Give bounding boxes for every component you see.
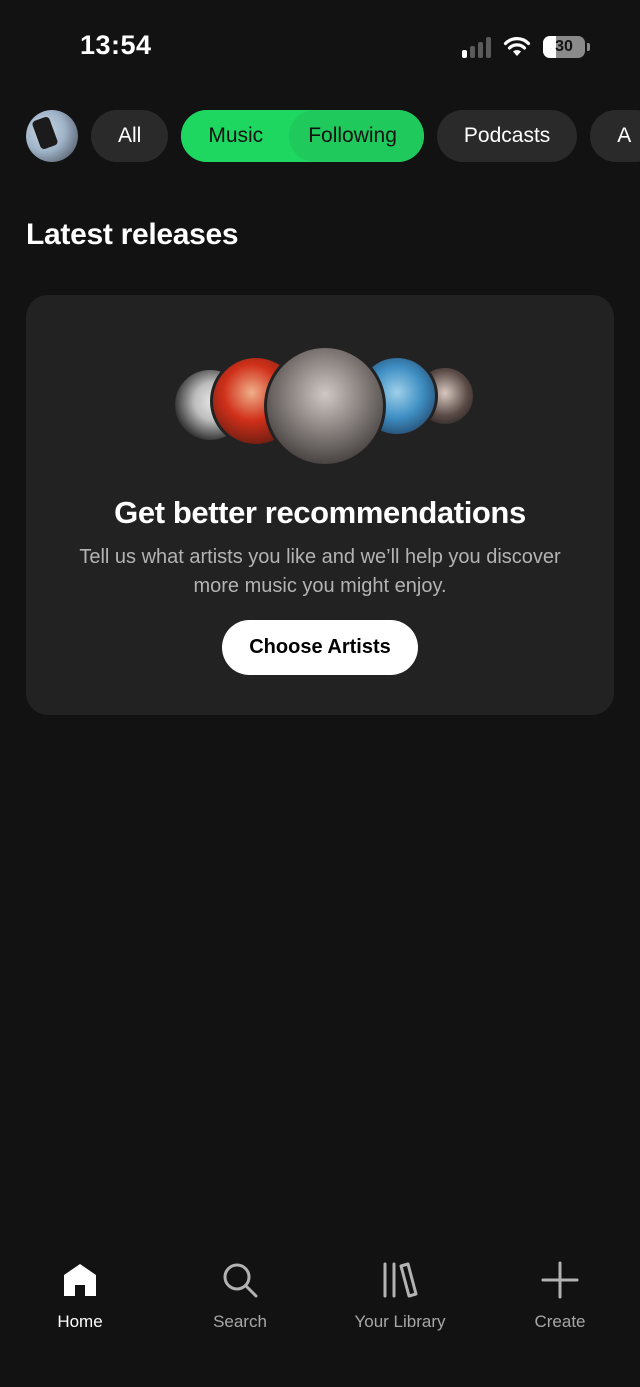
plus-icon: [541, 1261, 579, 1299]
nav-search[interactable]: Search: [160, 1240, 320, 1387]
section-title: Latest releases: [26, 218, 239, 251]
status-bar: 13:54 30: [0, 0, 640, 95]
chip-all[interactable]: All: [91, 110, 169, 162]
battery-icon: 30: [543, 36, 585, 58]
cellular-signal-icon: [462, 36, 491, 58]
recommendation-description: Tell us what artists you like and we’ll …: [79, 546, 561, 597]
chip-following[interactable]: Following: [289, 110, 424, 162]
nav-library-label: Your Library: [354, 1312, 446, 1331]
battery-level: 30: [555, 38, 573, 55]
chip-audiobooks[interactable]: A: [590, 110, 640, 162]
recommendation-card: Get better recommendations Tell us what …: [26, 295, 614, 715]
home-icon: [64, 1264, 96, 1296]
nav-search-label: Search: [213, 1312, 267, 1331]
nav-home[interactable]: Home: [0, 1240, 160, 1387]
nav-home-label: Home: [57, 1312, 103, 1331]
chip-podcasts[interactable]: Podcasts: [436, 110, 578, 162]
status-time: 13:54: [80, 30, 152, 60]
chip-group-music: Music Following: [181, 110, 424, 162]
nav-library[interactable]: Your Library: [320, 1240, 480, 1387]
search-icon: [223, 1263, 258, 1298]
chip-audiobooks-label: A: [617, 124, 632, 147]
chip-all-label: All: [118, 124, 142, 147]
home-screen: 13:54 30 All Music Following Podcasts A …: [0, 0, 640, 1387]
chip-music-label: Music: [208, 124, 264, 147]
filter-chips-row: All Music Following Podcasts A: [26, 110, 640, 162]
artist-image: [264, 345, 386, 467]
bottom-nav: Home Search Your Library Create: [0, 1240, 640, 1387]
library-icon: [383, 1262, 418, 1298]
chip-music[interactable]: Music: [181, 110, 290, 162]
wifi-icon: [503, 37, 531, 56]
profile-avatar[interactable]: [26, 110, 78, 162]
chip-podcasts-label: Podcasts: [463, 124, 551, 147]
choose-artists-label: Choose Artists: [249, 636, 391, 658]
chip-following-label: Following: [308, 124, 397, 147]
nav-create-label: Create: [534, 1312, 586, 1331]
nav-create[interactable]: Create: [480, 1240, 640, 1387]
recommendation-title: Get better recommendations: [114, 495, 526, 530]
choose-artists-button[interactable]: Choose Artists: [222, 620, 418, 675]
artist-image-cluster: [26, 345, 614, 467]
status-icons: 30: [462, 34, 590, 60]
